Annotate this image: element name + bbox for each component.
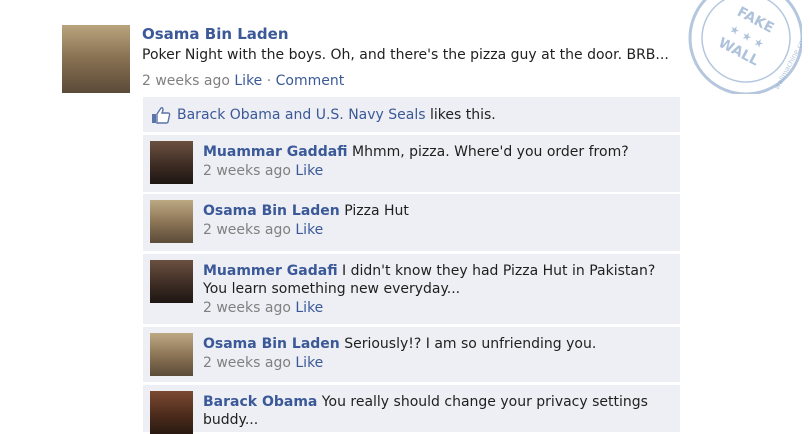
likes-bar: Barack Obama and U.S. Navy Seals likes t… xyxy=(143,97,680,132)
comment-like-link[interactable]: Like xyxy=(295,222,323,238)
comment-avatar[interactable] xyxy=(150,260,193,303)
comment-like-link[interactable]: Like xyxy=(295,300,323,316)
comment-text: Seriously!? I am so unfriending you. xyxy=(339,336,597,352)
comment-text: Mhmm, pizza. Where'd you order from? xyxy=(347,144,629,160)
comment-author[interactable]: Barack Obama xyxy=(203,394,317,410)
thumbs-up-icon xyxy=(151,106,171,124)
comment-avatar[interactable] xyxy=(150,141,193,184)
comment-avatar[interactable] xyxy=(150,391,193,434)
comment-author[interactable]: Muammer Gadafi xyxy=(203,263,338,279)
comment-item: Osama Bin Laden Seriously!? I am so unfr… xyxy=(143,327,680,382)
comment-timestamp: 2 weeks ago xyxy=(203,355,291,371)
likes-names-link[interactable]: Barack Obama and U.S. Navy Seals xyxy=(177,107,426,123)
post-author-avatar[interactable] xyxy=(62,25,130,93)
post-comment-link[interactable]: Comment xyxy=(276,73,345,89)
comment-author[interactable]: Muammar Gaddafi xyxy=(203,144,348,160)
likes-suffix: likes this. xyxy=(425,106,496,123)
post-timestamp: 2 weeks ago xyxy=(142,73,230,89)
comment-item: Muammer Gadafi I didn't know they had Pi… xyxy=(143,254,680,324)
comment-like-link[interactable]: Like xyxy=(295,163,323,179)
comment-avatar[interactable] xyxy=(150,333,193,376)
comment-timestamp: 2 weeks ago xyxy=(203,163,291,179)
comment-item: Barack Obama You really should change yo… xyxy=(143,385,680,434)
fake-wall-stamp: FAKE ★ ★ ★ WALL wallmachine.com xyxy=(686,0,809,96)
meta-separator: · xyxy=(266,73,272,89)
comment-timestamp: 2 weeks ago xyxy=(203,222,291,238)
post-like-link[interactable]: Like xyxy=(234,73,262,89)
comment-like-link[interactable]: Like xyxy=(295,355,323,371)
comment-item: Osama Bin Laden Pizza Hut 2 weeks ago Li… xyxy=(143,194,680,251)
comment-text: Pizza Hut xyxy=(339,203,409,219)
comment-timestamp: 2 weeks ago xyxy=(203,300,291,316)
comment-avatar[interactable] xyxy=(150,200,193,243)
comment-author[interactable]: Osama Bin Laden xyxy=(203,336,340,352)
likes-text: Barack Obama and U.S. Navy Seals likes t… xyxy=(177,107,496,123)
comment-item: Muammar Gaddafi Mhmm, pizza. Where'd you… xyxy=(143,135,680,192)
comment-author[interactable]: Osama Bin Laden xyxy=(203,203,340,219)
